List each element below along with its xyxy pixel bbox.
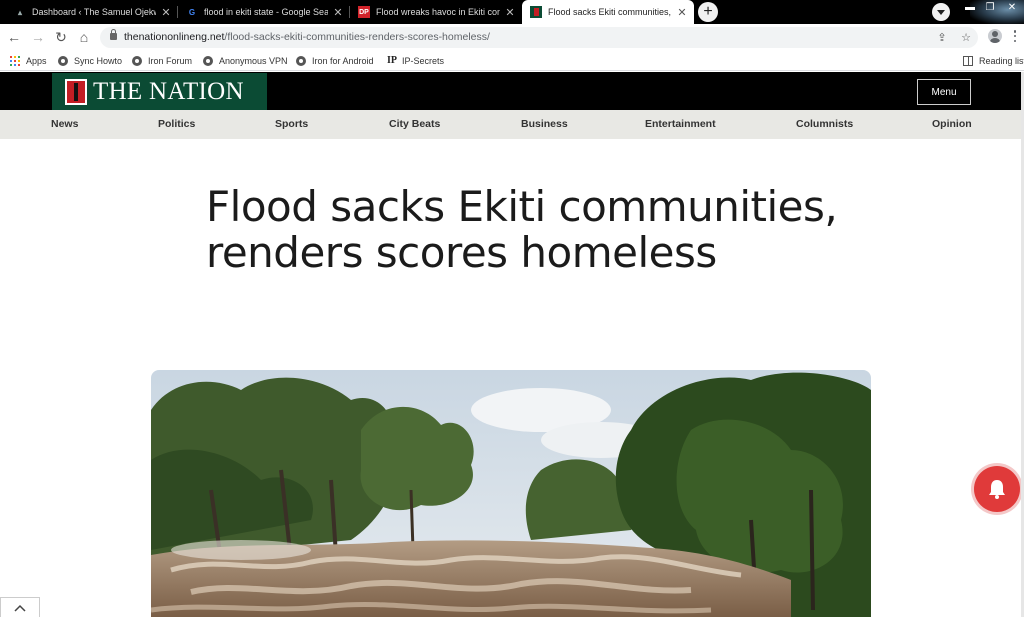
bookmark-label: Apps <box>26 55 47 66</box>
restore-icon[interactable]: ❐ <box>980 0 1000 14</box>
reading-list-button[interactable]: Reading list <box>963 54 1024 67</box>
bookmark-label: Anonymous VPN <box>219 55 288 66</box>
apps-grid-icon <box>10 55 20 66</box>
lock-icon <box>110 29 117 40</box>
close-tab-icon[interactable]: ✕ <box>332 6 344 19</box>
minimize-icon[interactable]: ▬ <box>960 0 980 14</box>
tab-dashboard[interactable]: ▴ Dashboard ‹ The Samuel Ojekwe ✕ <box>6 0 178 24</box>
tab-daily-post[interactable]: DP Flood wreaks havoc in Ekiti comm ✕ <box>350 0 522 24</box>
bookmark-apps[interactable]: Apps <box>10 54 47 67</box>
close-window-icon[interactable]: ✕ <box>1002 0 1022 14</box>
url-domain: thenationonlineng.net <box>124 31 225 43</box>
url-text[interactable]: thenationonlineng.net/flood-sacks-ekiti-… <box>124 31 490 43</box>
close-tab-icon[interactable]: ✕ <box>504 6 516 19</box>
menu-button[interactable]: Menu <box>917 79 971 105</box>
tab-title: Flood sacks Ekiti communities, re <box>548 7 672 17</box>
scroll-to-top-button[interactable] <box>0 597 40 617</box>
bookmark-anonymous-vpn[interactable]: Anonymous VPN <box>203 54 288 67</box>
wordpress-favicon: ▴ <box>17 7 22 17</box>
globe-icon <box>132 55 142 66</box>
tab-search-icon[interactable] <box>932 3 950 21</box>
globe-icon <box>203 55 213 66</box>
nav-entertainment[interactable]: Entertainment <box>645 118 716 130</box>
article-hero-image <box>151 370 871 617</box>
category-nav: News Politics Sports City Beats Business… <box>0 110 1024 139</box>
nav-columnists[interactable]: Columnists <box>796 118 853 130</box>
logo-emblem-icon <box>65 78 87 105</box>
tab-the-nation[interactable]: Flood sacks Ekiti communities, re ✕ <box>522 0 694 24</box>
bookmark-label: Iron Forum <box>148 55 193 66</box>
ip-icon: IP <box>387 55 397 66</box>
tab-strip: ▴ Dashboard ‹ The Samuel Ojekwe ✕ G floo… <box>0 0 1024 24</box>
tab-title: flood in ekiti state - Google Search <box>204 7 328 17</box>
bookmark-label: Sync Howto <box>74 55 123 66</box>
profile-avatar-icon[interactable] <box>988 29 1002 43</box>
close-tab-icon[interactable]: ✕ <box>676 6 688 19</box>
bookmark-ip-secrets[interactable]: IP IP-Secrets <box>387 54 444 67</box>
address-bar[interactable]: thenationonlineng.net/flood-sacks-ekiti-… <box>100 27 978 48</box>
bell-icon <box>989 480 1005 499</box>
nav-business[interactable]: Business <box>521 118 568 130</box>
tab-title: Flood wreaks havoc in Ekiti comm <box>376 7 500 17</box>
new-tab-button[interactable]: + <box>698 2 718 22</box>
back-arrow-icon[interactable]: ← <box>5 28 23 46</box>
reading-list-icon <box>963 55 973 66</box>
browser-menu-icon[interactable] <box>1012 29 1018 43</box>
nav-politics[interactable]: Politics <box>158 118 195 130</box>
nav-news[interactable]: News <box>51 118 78 130</box>
forward-arrow-icon[interactable]: → <box>29 28 47 46</box>
bookmark-sync-howto[interactable]: Sync Howto <box>58 54 122 67</box>
nation-favicon <box>530 6 542 18</box>
bookmark-iron-forum[interactable]: Iron Forum <box>132 54 192 67</box>
globe-icon <box>296 55 306 66</box>
notification-bell-button[interactable] <box>974 466 1020 512</box>
google-favicon: G <box>188 7 196 17</box>
site-logo[interactable]: THE NATION <box>52 73 267 110</box>
chevron-up-icon <box>14 604 26 612</box>
bookmark-star-icon[interactable]: ☆ <box>958 29 974 45</box>
nav-opinion[interactable]: Opinion <box>932 118 972 130</box>
browser-toolbar: ← → ↻ ⌂ thenationonlineng.net/flood-sack… <box>0 24 1024 50</box>
flood-photo <box>151 370 871 617</box>
article-headline: Flood sacks Ekiti communities, renders s… <box>206 182 838 277</box>
close-tab-icon[interactable]: ✕ <box>160 6 172 19</box>
home-icon[interactable]: ⌂ <box>75 28 93 46</box>
bookmark-label: IP-Secrets <box>402 55 445 66</box>
tab-google-search[interactable]: G flood in ekiti state - Google Search ✕ <box>178 0 350 24</box>
site-header: THE NATION <box>0 72 1024 110</box>
url-path: /flood-sacks-ekiti-communities-renders-s… <box>224 31 490 43</box>
reading-list-label: Reading list <box>979 55 1024 66</box>
bookmark-iron-for-android[interactable]: Iron for Android <box>296 54 374 67</box>
share-icon[interactable]: ⇪ <box>934 29 950 45</box>
reload-icon[interactable]: ↻ <box>52 28 70 46</box>
dailypost-favicon: DP <box>358 6 370 18</box>
logo-text: THE NATION <box>93 77 244 105</box>
bookmarks-bar: Apps Sync Howto Iron Forum Anonymous VPN… <box>0 50 1024 71</box>
bookmark-label: Iron for Android <box>312 55 374 66</box>
globe-icon <box>58 55 68 66</box>
tab-title: Dashboard ‹ The Samuel Ojekwe <box>32 7 156 17</box>
nav-sports[interactable]: Sports <box>275 118 308 130</box>
nav-city-beats[interactable]: City Beats <box>389 118 440 130</box>
